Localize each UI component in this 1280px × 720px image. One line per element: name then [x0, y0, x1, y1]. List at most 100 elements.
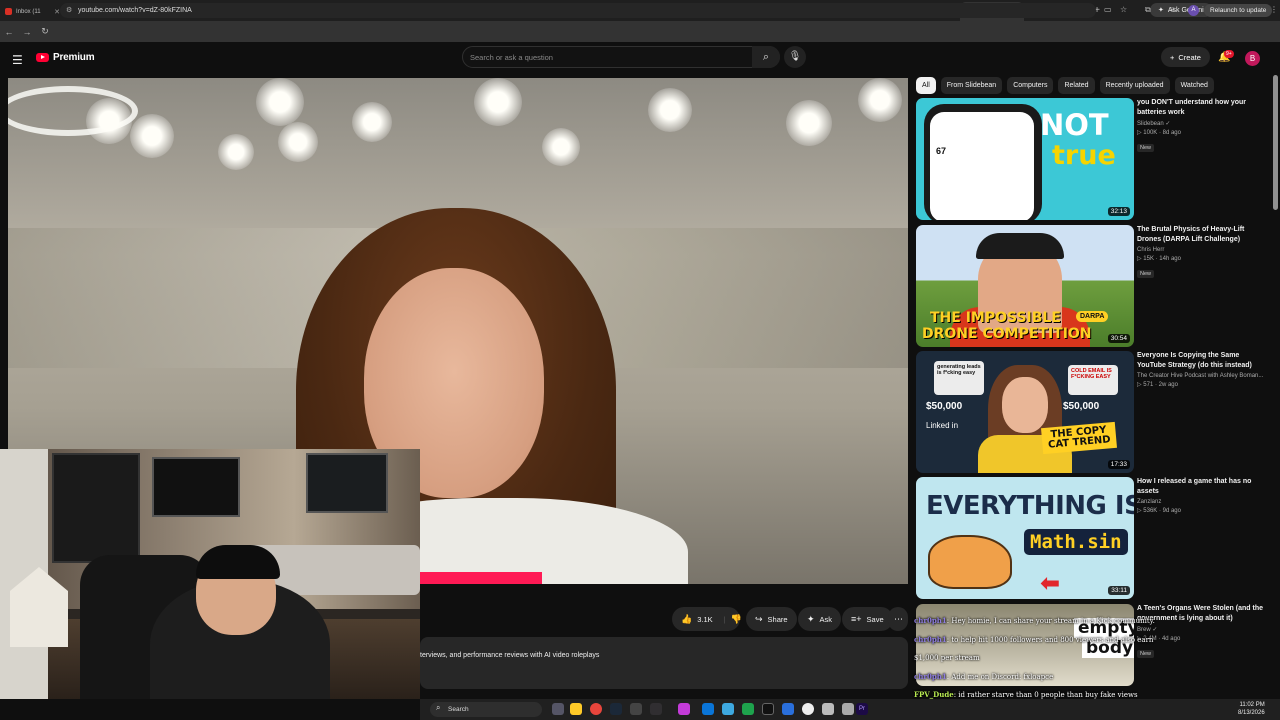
- thumb-person-hat: [976, 233, 1064, 259]
- browser-profile-avatar[interactable]: A: [1188, 5, 1199, 16]
- cast-icon[interactable]: ▭: [1104, 5, 1112, 14]
- obs-icon[interactable]: [650, 703, 662, 715]
- url-input[interactable]: ⚙ youtube.com/watch?v=dZ-80kFZINA: [60, 3, 1096, 18]
- bookmark-star-icon[interactable]: ☆: [1120, 5, 1127, 14]
- channel-name[interactable]: Chris Herr: [1137, 247, 1267, 253]
- notepad-icon[interactable]: [842, 703, 854, 715]
- recommendation-item[interactable]: generating leads is f*cking easy COLD EM…: [916, 351, 1266, 475]
- account-avatar[interactable]: B: [1245, 51, 1260, 66]
- site-info-icon[interactable]: ⚙: [66, 6, 72, 14]
- back-icon[interactable]: ←: [0, 27, 18, 37]
- filter-chip[interactable]: Recently uploaded: [1099, 77, 1170, 94]
- video-thumbnail[interactable]: EVERYTHING IS Math.sin ⬅ 33:11: [916, 477, 1134, 599]
- premium-logo-text: Premium: [53, 52, 95, 63]
- clock-time: 11:02 PM: [1239, 702, 1265, 708]
- relaunch-button[interactable]: Relaunch to update: [1204, 4, 1273, 17]
- video-thumbnail[interactable]: 67 NOT true 32:13: [916, 98, 1134, 220]
- thumbnail-card: generating leads is f*cking easy: [934, 361, 984, 395]
- calculator-icon[interactable]: [722, 703, 734, 715]
- save-playlist-icon: ≡+: [851, 614, 862, 624]
- youtube-logo[interactable]: Premium: [36, 52, 95, 63]
- forward-icon[interactable]: →: [18, 27, 36, 37]
- video-title[interactable]: you DON'T understand how your batteries …: [1137, 98, 1267, 118]
- thumb-cat-drawing: [928, 535, 1012, 589]
- github-icon[interactable]: [762, 703, 774, 715]
- recommendation-item[interactable]: EVERYTHING IS Math.sin ⬅ 33:11 How I rel…: [916, 477, 1266, 601]
- voice-search-button[interactable]: 🎙: [784, 46, 806, 68]
- filter-chip[interactable]: Watched: [1174, 77, 1214, 94]
- share-label: Share: [767, 614, 788, 624]
- video-stats: ▷ 15K · 14h ago: [1137, 256, 1181, 262]
- filter-chip[interactable]: All: [916, 77, 936, 94]
- filter-chip[interactable]: Computers: [1007, 77, 1054, 94]
- recommendation-item[interactable]: 67 NOT true 32:13 you DON'T understand h…: [916, 98, 1266, 222]
- task-view-icon[interactable]: [552, 703, 564, 715]
- browser-tab[interactable]: Inbox (11 ✕: [0, 2, 64, 21]
- search-input[interactable]: Search or ask a question: [462, 46, 780, 68]
- gemini-icon: ✦: [1158, 7, 1164, 14]
- bokeh-light: [86, 98, 132, 144]
- create-button[interactable]: + Create: [1161, 47, 1210, 67]
- recommendation-item[interactable]: THE IMPOSSIBLE DRONE COMPETITION DARPA 3…: [916, 225, 1266, 349]
- spreadsheet-icon[interactable]: [742, 703, 754, 715]
- browser-menu-icon[interactable]: ⋮: [1270, 5, 1278, 14]
- discord-icon[interactable]: [678, 703, 690, 715]
- vscode-icon[interactable]: [702, 703, 714, 715]
- thumbnail-card: COLD EMAIL IS F*CKING EASY: [1068, 365, 1118, 395]
- video-title[interactable]: The Brutal Physics of Heavy-Lift Drones …: [1137, 225, 1267, 245]
- bokeh-light: [786, 100, 832, 146]
- description-text: terviews, and performance reviews with A…: [420, 652, 600, 659]
- channel-name[interactable]: Slidebean ✓: [1137, 120, 1267, 127]
- chat-message: chr0ph1: to help hit 1000 followers and …: [914, 631, 1174, 668]
- video-thumbnail[interactable]: THE IMPOSSIBLE DRONE COMPETITION DARPA 3…: [916, 225, 1134, 347]
- save-button[interactable]: ≡+ Save: [842, 607, 893, 631]
- channel-name[interactable]: The Creator Hive Podcast with Ashley Bom…: [1137, 373, 1267, 379]
- like-button[interactable]: 👍 3.1K | 👎: [672, 607, 742, 631]
- darpa-logo-text: DARPA: [1076, 311, 1109, 322]
- tab-label: Inbox (11: [16, 8, 41, 15]
- tab-search-icon[interactable]: ≡: [1170, 5, 1175, 14]
- settings-icon[interactable]: [630, 703, 642, 715]
- chrome-profile-icon[interactable]: [802, 703, 814, 715]
- thumbs-down-icon[interactable]: 👎: [731, 614, 742, 625]
- bokeh-light: [256, 78, 304, 126]
- more-actions-button[interactable]: ⋯: [888, 607, 908, 631]
- guide-menu-icon[interactable]: ☰: [12, 53, 23, 67]
- ask-gemini-button[interactable]: ✦ Ask Gemini: [1150, 3, 1212, 17]
- ask-button[interactable]: ✦ Ask: [798, 607, 842, 631]
- duration-badge: 17:33: [1107, 460, 1130, 469]
- paint-icon[interactable]: [822, 703, 834, 715]
- video-stats: ▷ 571 · 2w ago: [1137, 382, 1178, 388]
- thumbnail-text: $50,000: [926, 401, 963, 412]
- filter-chip[interactable]: Related: [1058, 77, 1095, 94]
- premiere-pro-icon[interactable]: Pr: [856, 703, 868, 715]
- video-progress-bar[interactable]: [420, 572, 542, 584]
- share-button[interactable]: ↪ Share: [746, 607, 797, 631]
- bokeh-light: [474, 78, 522, 126]
- url-text: youtube.com/watch?v=dZ-80kFZINA: [78, 7, 192, 14]
- channel-name[interactable]: Zanzlanz: [1137, 499, 1267, 505]
- taskbar-search[interactable]: ⌕ Search: [430, 702, 542, 717]
- sidebar-scrollbar[interactable]: [1273, 75, 1278, 210]
- thumbnail-text: DRONE COMPETITION: [922, 326, 1092, 342]
- extensions-icon[interactable]: ⧉: [1145, 5, 1151, 15]
- filter-chip[interactable]: From Slidebean: [940, 77, 1003, 94]
- video-title[interactable]: How I released a game that has no assets: [1137, 477, 1267, 497]
- create-label: Create: [1178, 52, 1201, 62]
- chat-text: : to help hit 1000 followers and 800 vie…: [914, 635, 1154, 663]
- plus-icon: +: [1170, 52, 1175, 62]
- steam-icon[interactable]: [610, 703, 622, 715]
- file-explorer-icon[interactable]: [570, 703, 582, 715]
- chrome-icon[interactable]: [590, 703, 602, 715]
- system-clock[interactable]: 11:02 PM 8/13/2026: [1238, 701, 1265, 717]
- red-arrow-icon: ⬅: [1040, 570, 1061, 597]
- new-badge: New: [1137, 270, 1155, 278]
- video-title[interactable]: Everyone Is Copying the Same YouTube Str…: [1137, 351, 1267, 371]
- share-icon: ↪: [755, 613, 763, 624]
- search-icon: ⌕: [436, 703, 441, 712]
- description-box[interactable]: terviews, and performance reviews with A…: [420, 637, 908, 689]
- video-thumbnail[interactable]: generating leads is f*cking easy COLD EM…: [916, 351, 1134, 473]
- photos-icon[interactable]: [782, 703, 794, 715]
- reload-icon[interactable]: ↻: [36, 26, 54, 37]
- search-button[interactable]: ⌕: [752, 46, 780, 68]
